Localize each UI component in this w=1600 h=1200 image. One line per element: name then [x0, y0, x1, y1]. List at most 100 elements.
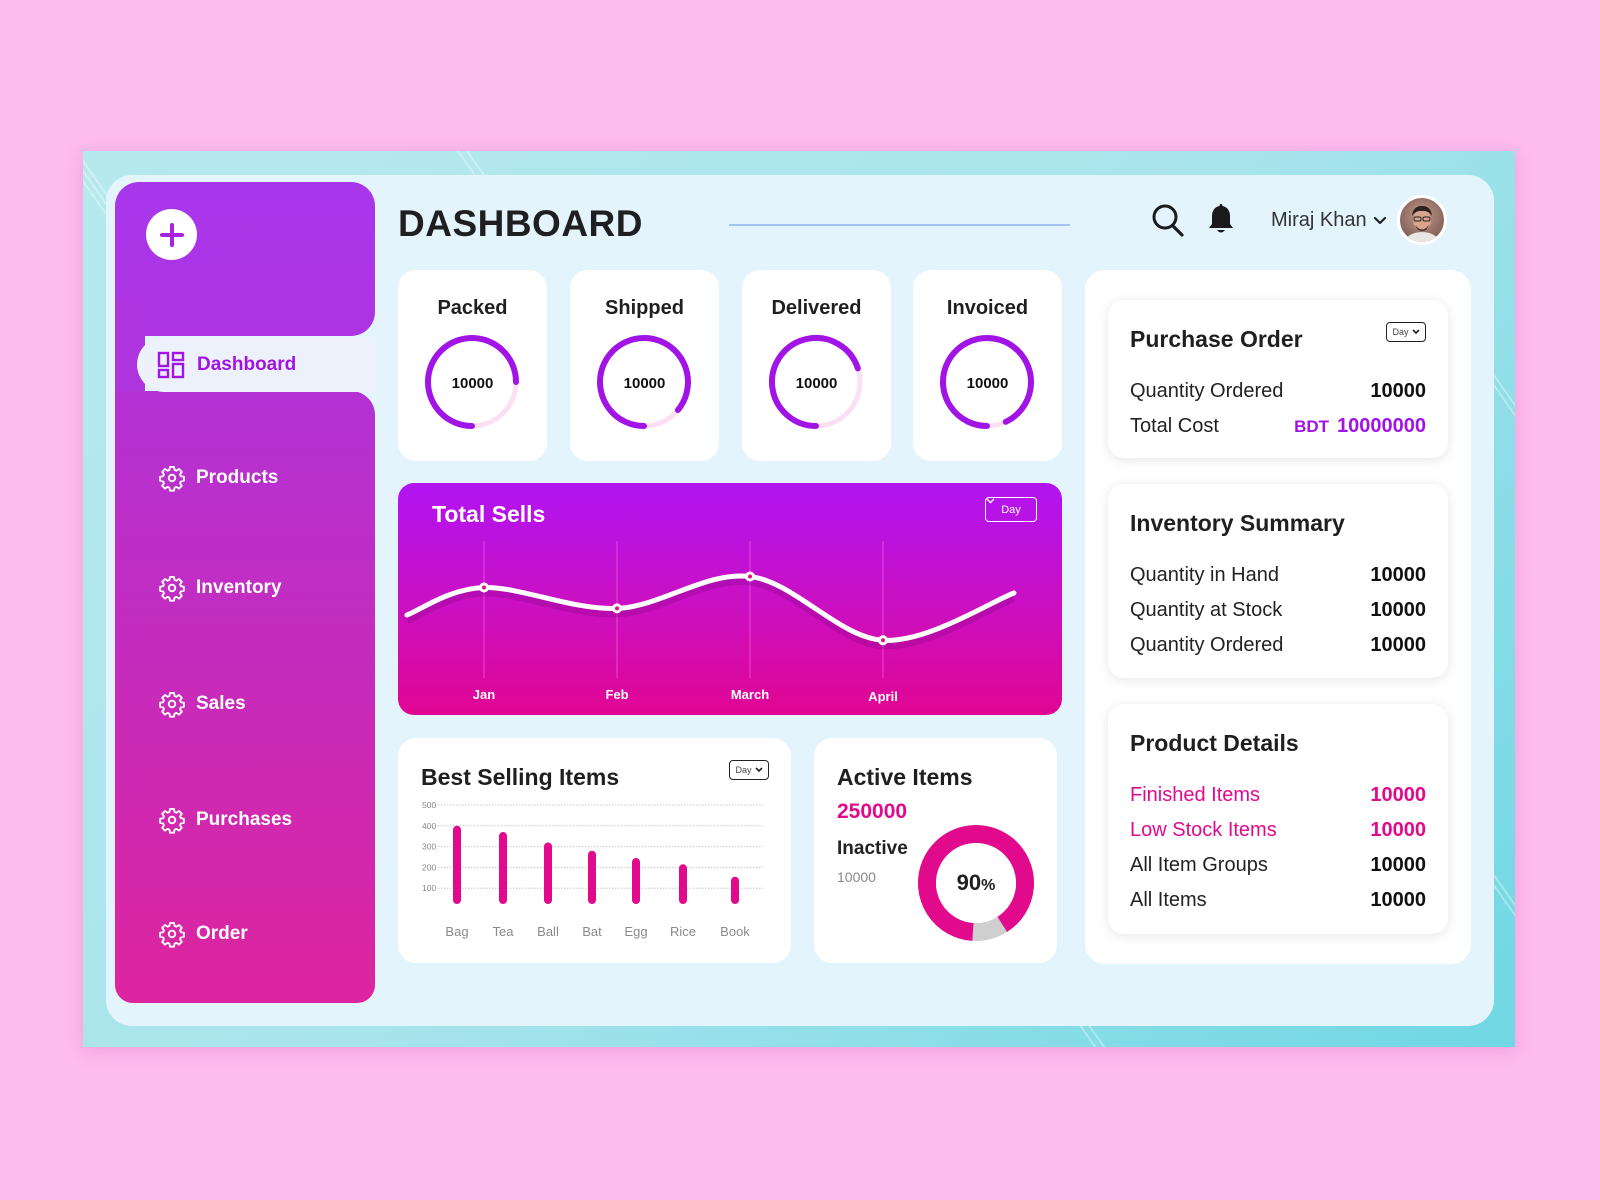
card-title: Product Details — [1130, 730, 1299, 756]
plus-icon — [159, 222, 184, 247]
sidebar-item-label: Inventory — [196, 577, 282, 598]
sidebar-item-label: Products — [196, 467, 279, 488]
active-count: 250000 — [837, 800, 908, 823]
period-value: Day — [1001, 503, 1021, 516]
sidebar-item-products[interactable]: Products — [158, 464, 278, 492]
total-cost: 10000000 — [1337, 415, 1426, 437]
user-menu[interactable]: Miraj Khan — [1271, 209, 1387, 232]
x-tick-label: March — [731, 687, 769, 702]
donut-percent: 90 — [956, 870, 982, 895]
sidebar-item-inventory[interactable]: Inventory — [158, 574, 282, 602]
y-tick-label: 500 — [422, 800, 436, 810]
row-value: 10000 — [1370, 380, 1426, 402]
inventory-summary-card: Inventory Summary Quantity in Hand 10000… — [1108, 484, 1448, 678]
gear-icon — [159, 575, 185, 602]
row-value: 10000 — [1370, 819, 1426, 841]
x-tick-label: Tea — [493, 924, 515, 939]
user-photo — [1404, 206, 1440, 242]
avatar[interactable] — [1397, 195, 1447, 245]
summary-row[interactable]: Finished Items 10000 — [1130, 784, 1426, 807]
gear-icon — [159, 465, 185, 492]
sidebar-item-purchases[interactable]: Purchases — [158, 806, 292, 834]
search-button[interactable] — [1151, 203, 1185, 243]
row-value: 10000 — [1370, 784, 1426, 806]
stat-card-packed[interactable]: Packed 10000 — [398, 270, 547, 461]
sidebar-header — [115, 182, 375, 336]
y-tick-label: 400 — [422, 821, 436, 831]
chevron-down-icon — [1411, 329, 1420, 335]
total-sells-chart: Jan Feb March April Total Sells Day — [398, 483, 1062, 715]
purchase-order-card: Purchase Order Day Quantity Ordered 1000… — [1108, 300, 1448, 458]
summary-row: All Item Groups 10000 — [1130, 854, 1426, 877]
stat-card-shipped[interactable]: Shipped 10000 — [570, 270, 719, 461]
data-point-center — [615, 606, 619, 611]
stat-value: 10000 — [623, 375, 666, 392]
summary-row[interactable]: Low Stock Items 10000 — [1130, 819, 1426, 842]
stat-label: Delivered — [771, 297, 862, 319]
row-label: Quantity Ordered — [1130, 634, 1284, 656]
chevron-down-icon — [986, 498, 995, 504]
chevron-down-icon — [1373, 216, 1386, 224]
user-name: Miraj Khan — [1271, 209, 1367, 231]
x-tick-label: April — [868, 689, 898, 704]
best-selling-plot: 100 200 300 400 500 Bag Tea Ball Bat Egg Rice Book — [422, 800, 763, 939]
data-point-center — [482, 585, 486, 590]
card-title: Purchase Order — [1130, 326, 1303, 352]
card-title: Active Items — [837, 764, 973, 790]
sidebar-item-sales[interactable]: Sales — [158, 690, 246, 718]
x-tick-label: Rice — [670, 924, 696, 939]
sidebar-item-label: Dashboard — [197, 353, 297, 375]
donut-percent-sign: % — [981, 877, 996, 894]
chart-title: Total Sells — [432, 501, 546, 527]
product-details-card: Product Details Finished Items 10000 Low… — [1108, 704, 1448, 934]
sidebar-item-label: Sales — [196, 693, 246, 714]
row-label: Finished Items — [1130, 784, 1261, 806]
period-select[interactable]: Day — [985, 497, 1037, 522]
summary-row: All Items 10000 — [1130, 889, 1426, 912]
bell-icon — [1209, 204, 1233, 233]
best-selling-card: Best Selling Items Day 100 200 300 400 500 Ba… — [398, 738, 791, 963]
row-label: Quantity at Stock — [1130, 599, 1283, 621]
inactive-label: Inactive — [837, 838, 908, 859]
x-tick-label: Feb — [605, 687, 628, 702]
stat-label: Shipped — [605, 297, 684, 319]
x-tick-label: Bat — [582, 924, 602, 939]
gear-icon — [159, 691, 185, 718]
sidebar-item-order[interactable]: Order — [158, 920, 248, 948]
period-value: Day — [1392, 327, 1409, 337]
sidebar-item-dashboard[interactable]: Dashboard — [137, 337, 375, 392]
x-tick-label: Ball — [537, 924, 559, 939]
summary-row: Quantity Ordered 10000 — [1130, 634, 1426, 657]
stat-card-invoiced[interactable]: Invoiced 10000 — [913, 270, 1062, 461]
summary-row: Quantity Ordered 10000 — [1130, 380, 1426, 403]
period-select[interactable]: Day — [1386, 322, 1426, 342]
sidebar-item-label: Order — [196, 923, 248, 944]
gear-icon — [159, 921, 185, 948]
active-items-card: Active Items 250000 Inactive 10000 90% — [814, 738, 1057, 963]
row-value: 10000 — [1370, 634, 1426, 656]
inactive-count: 10000 — [837, 869, 876, 885]
currency: BDT — [1294, 417, 1330, 436]
x-tick-label: Jan — [473, 687, 495, 702]
gear-icon — [159, 807, 185, 834]
data-point-center — [881, 638, 885, 643]
stat-card-delivered[interactable]: Delivered 10000 — [742, 270, 891, 461]
row-label: All Items — [1130, 889, 1207, 911]
notifications-button[interactable] — [1207, 202, 1235, 240]
add-button[interactable] — [146, 209, 197, 260]
stat-value: 10000 — [795, 375, 838, 392]
row-label: Quantity in Hand — [1130, 564, 1279, 586]
row-value: BDT 10000000 — [1294, 415, 1426, 438]
page-title: DASHBOARD — [398, 203, 643, 244]
search-icon — [1152, 204, 1184, 237]
summary-row: Total Cost BDT 10000000 — [1130, 415, 1426, 438]
card-title: Inventory Summary — [1130, 510, 1345, 536]
stat-value: 10000 — [966, 375, 1009, 392]
stat-value: 10000 — [451, 375, 494, 392]
summary-row: Quantity in Hand 10000 — [1130, 564, 1426, 587]
summary-row: Quantity at Stock 10000 — [1130, 599, 1426, 622]
stat-label: Invoiced — [946, 297, 1029, 319]
stat-label: Packed — [437, 297, 508, 319]
y-tick-label: 300 — [422, 842, 436, 852]
sidebar-item-label: Purchases — [196, 809, 293, 830]
